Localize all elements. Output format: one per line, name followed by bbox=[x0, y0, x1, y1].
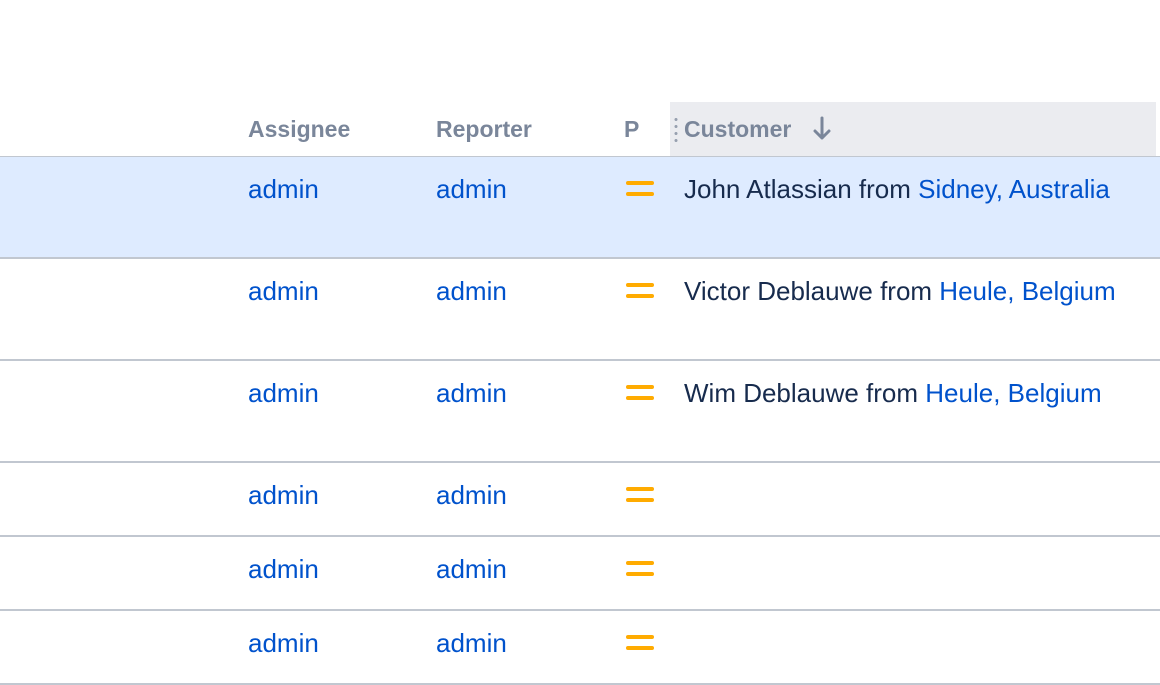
arrow-down-icon[interactable] bbox=[812, 114, 832, 144]
customer-name: John Atlassian bbox=[684, 174, 852, 204]
column-header-customer-label: Customer bbox=[684, 116, 792, 142]
column-header-reporter[interactable]: Reporter bbox=[436, 102, 532, 156]
customer-from-text: from bbox=[851, 174, 919, 204]
reporter-link[interactable]: admin bbox=[436, 169, 507, 209]
medium-priority-icon bbox=[626, 632, 654, 656]
assignee-link[interactable]: admin bbox=[248, 475, 319, 515]
customer-cell: Wim Deblauwe from Heule, Belgium bbox=[684, 373, 1144, 413]
table-row[interactable]: admin admin bbox=[0, 463, 1160, 537]
assignee-link[interactable]: admin bbox=[248, 623, 319, 663]
assignee-link[interactable]: admin bbox=[248, 373, 319, 413]
column-header-assignee[interactable]: Assignee bbox=[248, 102, 350, 156]
column-header-priority[interactable]: P bbox=[624, 102, 639, 156]
medium-priority-icon bbox=[626, 178, 654, 202]
reporter-link[interactable]: admin bbox=[436, 271, 507, 311]
table-header: Assignee Reporter P Customer bbox=[0, 102, 1160, 158]
customer-cell: John Atlassian from Sidney, Australia bbox=[684, 169, 1144, 209]
customer-location-city-link[interactable]: Heule, bbox=[925, 378, 1000, 408]
customer-location-city-link[interactable]: Heule, bbox=[939, 276, 1014, 306]
table-row[interactable]: admin admin bbox=[0, 537, 1160, 611]
customer-name: Victor Deblauwe bbox=[684, 276, 873, 306]
table-row[interactable]: admin admin John Atlassian from Sidney, Au… bbox=[0, 157, 1160, 259]
customer-location-country-link[interactable]: Australia bbox=[1009, 174, 1110, 204]
medium-priority-icon bbox=[626, 280, 654, 304]
issue-table: Assignee Reporter P Customer admin admin J… bbox=[0, 0, 1160, 685]
customer-name: Wim Deblauwe bbox=[684, 378, 859, 408]
customer-location-city-link[interactable]: Sidney, bbox=[918, 174, 1003, 204]
reporter-link[interactable]: admin bbox=[436, 623, 507, 663]
column-header-customer[interactable]: Customer bbox=[670, 102, 1156, 156]
table-row[interactable]: admin admin bbox=[0, 611, 1160, 685]
customer-from-text: from bbox=[858, 378, 926, 408]
medium-priority-icon bbox=[626, 484, 654, 508]
customer-location-country-link[interactable]: Belgium bbox=[1022, 276, 1116, 306]
customer-location-country-link[interactable]: Belgium bbox=[1008, 378, 1102, 408]
reporter-link[interactable]: admin bbox=[436, 373, 507, 413]
reporter-link[interactable]: admin bbox=[436, 549, 507, 589]
medium-priority-icon bbox=[626, 558, 654, 582]
customer-from-text: from bbox=[872, 276, 940, 306]
customer-cell: Victor Deblauwe from Heule, Belgium bbox=[684, 271, 1144, 311]
medium-priority-icon bbox=[626, 382, 654, 406]
table-row[interactable]: admin admin Wim Deblauwe from Heule, Belgi… bbox=[0, 361, 1160, 463]
assignee-link[interactable]: admin bbox=[248, 549, 319, 589]
column-resize-handle[interactable] bbox=[674, 116, 678, 144]
assignee-link[interactable]: admin bbox=[248, 169, 319, 209]
table-row[interactable]: admin admin Victor Deblauwe from Heule, Be… bbox=[0, 259, 1160, 361]
assignee-link[interactable]: admin bbox=[248, 271, 319, 311]
reporter-link[interactable]: admin bbox=[436, 475, 507, 515]
